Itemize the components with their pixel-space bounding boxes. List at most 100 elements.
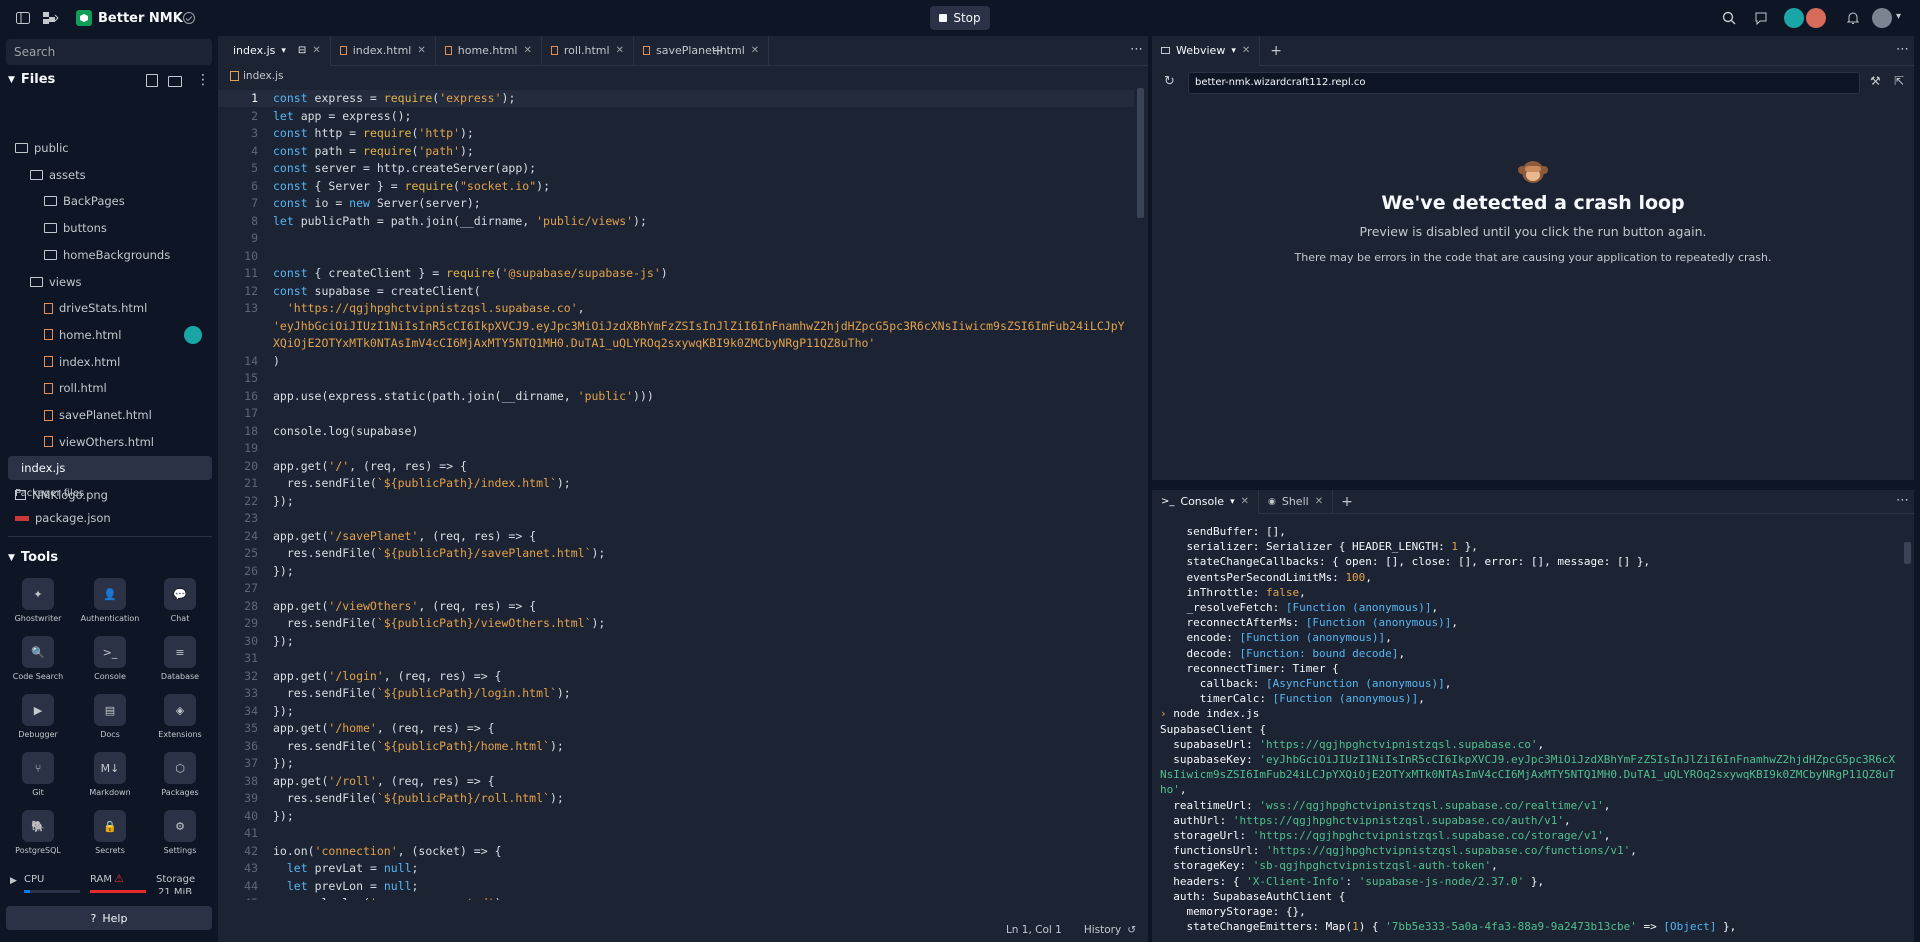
file-tree-item[interactable]: roll.html	[0, 376, 107, 400]
tool-chat[interactable]: 💬 Chat	[150, 578, 210, 623]
tool-secrets[interactable]: 🔒 Secrets	[80, 810, 140, 855]
user-avatar[interactable]	[1872, 8, 1892, 28]
editor-tab[interactable]: roll.html ✕	[542, 35, 634, 66]
close-icon[interactable]: ✕	[524, 45, 532, 56]
cursor-position[interactable]: Ln 1, Col 1	[1006, 924, 1062, 936]
close-icon[interactable]: ✕	[1315, 496, 1323, 507]
console-line: stateChangeEmitters: Map(1) { '7bb5e333-…	[1160, 920, 1737, 934]
code-text: const path = require('path');	[273, 143, 474, 158]
tool-packages[interactable]: ⬡ Packages	[150, 752, 210, 797]
close-icon[interactable]: ✕	[1242, 45, 1250, 56]
file-tree-item[interactable]: homeBackgrounds	[0, 243, 170, 267]
help-button[interactable]: ? Help	[6, 906, 212, 930]
add-tab-icon[interactable]: +	[1270, 43, 1282, 59]
close-icon[interactable]: ✕	[312, 45, 320, 56]
sidebar-toggle-icon[interactable]	[12, 7, 34, 29]
scrollbar[interactable]	[1137, 88, 1144, 218]
refresh-icon[interactable]: ↻	[1164, 74, 1175, 89]
files-header[interactable]: ▼ Files	[8, 72, 55, 87]
file-tree-item[interactable]: index.js	[8, 456, 212, 481]
tool-console[interactable]: >_ Console	[80, 636, 140, 681]
tool-git[interactable]: ⑂ Git	[8, 752, 68, 797]
cloud-icon[interactable]	[178, 7, 200, 29]
avatar[interactable]	[1806, 8, 1826, 28]
close-icon[interactable]: ✕	[417, 45, 425, 56]
replit-logo-icon[interactable]	[40, 7, 62, 29]
file-tree-item[interactable]: driveStats.html	[0, 296, 147, 320]
editor-tab[interactable]: home.html ✕	[436, 35, 542, 66]
close-icon[interactable]: ✕	[616, 45, 624, 56]
chevron-down-icon[interactable]: ▾	[281, 46, 286, 56]
open-new-tab-icon[interactable]: ⇱	[1894, 74, 1904, 88]
file-tree-item[interactable]: buttons	[0, 216, 107, 240]
tool-label: Console	[94, 672, 126, 681]
more-options-icon[interactable]: ⋯	[1896, 493, 1909, 508]
more-options-icon[interactable]: ⋯	[1130, 42, 1143, 57]
url-bar[interactable]: better-nmk.wizardcraft112.repl.co	[1188, 72, 1860, 94]
close-icon[interactable]: ✕	[1241, 496, 1249, 507]
history-button[interactable]: History ↺	[1084, 924, 1136, 936]
file-tree-item[interactable]: savePlanet.html	[0, 403, 152, 427]
tool-settings[interactable]: ⚙ Settings	[150, 810, 210, 855]
code-line: 18 console.log(supabase)	[218, 423, 418, 441]
scrollbar[interactable]	[1904, 542, 1911, 564]
package-json-file[interactable]: package.json	[15, 506, 111, 530]
project-name[interactable]: Better NMK	[98, 11, 183, 26]
split-pane-icon[interactable]: ⊟	[298, 45, 306, 56]
chevron-down-icon[interactable]: ▾	[1896, 11, 1901, 22]
console-output[interactable]: sendBuffer: [], serializer: Serializer {…	[1152, 524, 1900, 942]
tool-authentication[interactable]: 👤 Authentication	[80, 578, 140, 623]
search-icon[interactable]	[1718, 7, 1740, 29]
tab-webview[interactable]: Webview ▾ ✕	[1152, 35, 1261, 66]
tool-docs[interactable]: ▤ Docs	[80, 694, 140, 739]
folder-icon	[30, 276, 43, 287]
tools-header[interactable]: ▼ Tools	[8, 550, 58, 565]
code-line: 27	[218, 580, 258, 598]
editor-tab[interactable]: savePlanet.html ✕	[634, 35, 770, 66]
file-tree-item[interactable]: viewOthers.html	[0, 430, 154, 454]
search-input[interactable]: Search	[6, 39, 212, 65]
line-number: 22	[244, 493, 258, 508]
git-icon: ⑂	[22, 752, 54, 784]
console-line: encode: [Function (anonymous)],	[1160, 631, 1392, 645]
more-options-icon[interactable]: ⋮	[196, 72, 210, 88]
tool-extensions[interactable]: ◈ Extensions	[150, 694, 210, 739]
resource-usage[interactable]: ▶ CPU RAM ⚠ Storage 21 MiB	[0, 872, 216, 910]
tool-database[interactable]: ≡ Database	[150, 636, 210, 681]
stop-button[interactable]: Stop	[930, 6, 990, 30]
tool-debugger[interactable]: ▶ Debugger	[8, 694, 68, 739]
editor-tab[interactable]: index.js ▾ ⊟ ✕	[218, 35, 331, 66]
file-tree-item[interactable]: views	[0, 270, 81, 294]
new-file-icon[interactable]	[146, 74, 158, 87]
close-icon[interactable]: ✕	[751, 45, 759, 56]
file-tree-item[interactable]: home.html	[0, 323, 202, 347]
tool-label: Git	[32, 788, 44, 797]
stop-label: Stop	[953, 11, 981, 25]
devtools-icon[interactable]: ⚒	[1870, 74, 1881, 88]
tab-shell[interactable]: ◉ Shell ✕	[1259, 489, 1334, 514]
console-line: functionsUrl: 'https://qgjhpghctvipnistz…	[1160, 844, 1637, 858]
tool-ghostwriter[interactable]: ✦ Ghostwriter	[8, 578, 68, 623]
breadcrumb-file[interactable]: index.js	[243, 70, 283, 82]
bell-icon[interactable]	[1842, 7, 1864, 29]
file-tree-item[interactable]: index.html	[0, 350, 120, 374]
file-tree-item[interactable]: BackPages	[0, 189, 125, 213]
file-tree-item[interactable]: public	[8, 136, 69, 160]
chat-icon[interactable]	[1750, 7, 1772, 29]
tab-console[interactable]: >_ Console ▾ ✕	[1152, 489, 1259, 514]
code-line: 5 const server = http.createServer(app);	[218, 160, 536, 178]
tool-markdown[interactable]: M↓ Markdown	[80, 752, 140, 797]
more-options-icon[interactable]: ⋯	[1896, 42, 1909, 57]
new-folder-icon[interactable]	[168, 76, 182, 87]
add-tab-icon[interactable]: +	[712, 43, 724, 59]
tool-postgresql[interactable]: 🐘 PostgreSQL	[8, 810, 68, 855]
avatar[interactable]	[1784, 8, 1804, 28]
line-number: 43	[244, 861, 258, 875]
file-tree-item[interactable]: assets	[0, 163, 86, 187]
code-area[interactable]: 1 const express = require('express'); 2 let…	[218, 88, 1134, 900]
editor-tab[interactable]: index.html ✕	[331, 35, 436, 66]
code-text: const express = require('express');	[273, 91, 516, 105]
tool-code-search[interactable]: 🔍 Code Search	[8, 636, 68, 681]
console-line: eventsPerSecondLimitMs: 100,	[1160, 570, 1372, 584]
add-tab-icon[interactable]: +	[1341, 494, 1353, 510]
